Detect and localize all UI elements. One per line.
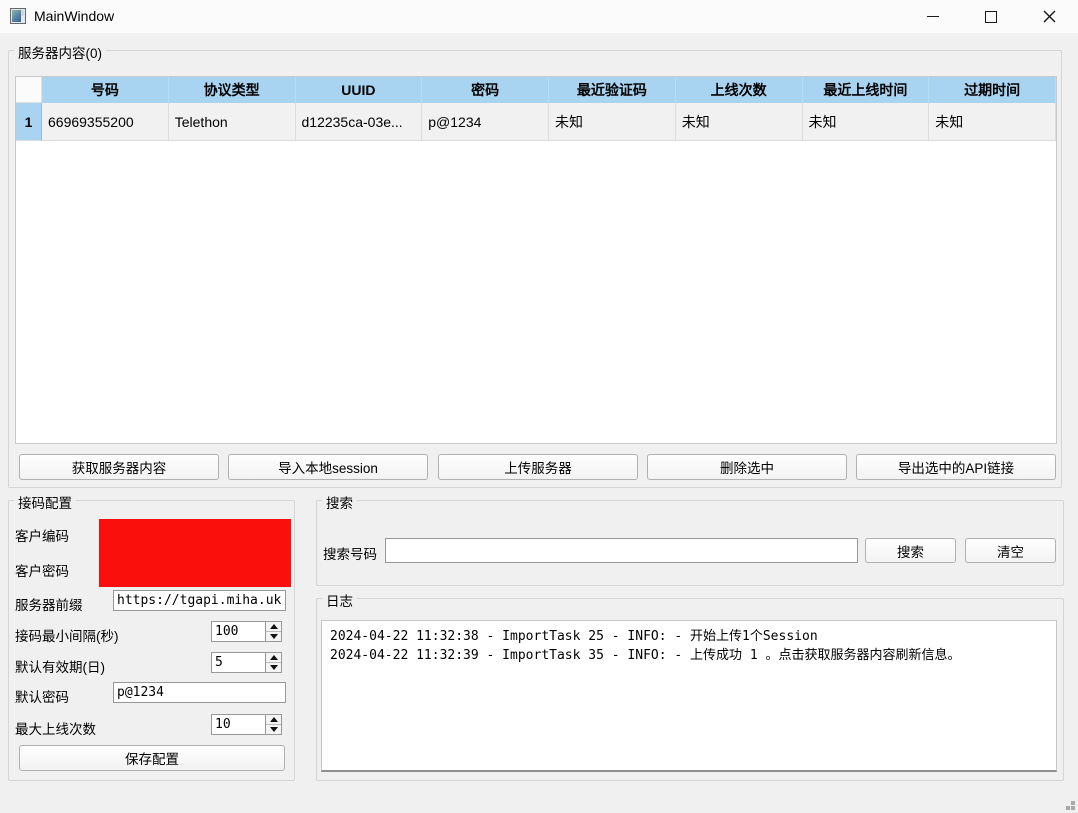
log-line: 2024-04-22 11:32:38 - ImportTask 25 - IN…	[330, 629, 818, 644]
app-icon-stripe	[21, 10, 24, 16]
search-input[interactable]	[385, 538, 858, 563]
search-group-title: 搜索	[322, 492, 357, 512]
clear-button[interactable]: 清空	[965, 538, 1056, 563]
title-bar: MainWindow	[0, 0, 1078, 33]
min-interval-input[interactable]	[212, 622, 265, 641]
minimize-icon	[927, 16, 939, 17]
spin-down-button[interactable]	[266, 725, 281, 734]
server-content-group-title: 服务器内容(0)	[14, 42, 106, 62]
min-interval-label: 接码最小间隔(秒)	[15, 629, 119, 644]
column-header-password[interactable]: 密码	[422, 77, 549, 103]
arrow-up-icon	[269, 655, 278, 660]
min-interval-spin-buttons	[265, 622, 281, 641]
log-output[interactable]: 2024-04-22 11:32:38 - ImportTask 25 - IN…	[321, 620, 1057, 772]
close-icon	[1043, 10, 1055, 23]
default-password-label: 默认密码	[15, 690, 69, 705]
search-group: 搜索 搜索号码 搜索 清空	[316, 492, 1064, 586]
column-header-uuid[interactable]: UUID	[295, 77, 423, 103]
maximize-icon	[985, 10, 997, 23]
max-online-spinbox	[211, 714, 282, 735]
column-header-last-online-time[interactable]: 最近上线时间	[802, 77, 930, 103]
table-cell-uuid[interactable]: d12235ca-03e...	[295, 103, 423, 141]
validity-days-input[interactable]	[212, 653, 265, 672]
redaction-overlay	[99, 519, 291, 587]
search-button[interactable]: 搜索	[865, 538, 956, 563]
column-header-last-code[interactable]: 最近验证码	[549, 77, 676, 103]
spin-up-button[interactable]	[266, 622, 281, 632]
close-button[interactable]	[1020, 0, 1078, 33]
table-cell-expire-time[interactable]: 未知	[929, 103, 1056, 141]
min-interval-spinbox	[211, 621, 282, 642]
log-group-title: 日志	[322, 590, 357, 610]
grip-dot	[1071, 806, 1075, 810]
table-cell-last-code[interactable]: 未知	[549, 103, 676, 141]
app-icon	[10, 8, 26, 24]
table-row: 1 66969355200 Telethon d12235ca-03e... p…	[16, 103, 1056, 141]
spin-up-button[interactable]	[266, 715, 281, 725]
table-cell-phone[interactable]: 66969355200	[42, 103, 169, 141]
table-cell-password[interactable]: p@1234	[422, 103, 549, 141]
row-header[interactable]: 1	[16, 103, 42, 141]
validity-days-spin-buttons	[265, 653, 281, 672]
log-group: 日志 2024-04-22 11:32:38 - ImportTask 25 -…	[316, 590, 1064, 781]
export-api-links-button[interactable]: 导出选中的API链接	[856, 454, 1056, 480]
save-config-button[interactable]: 保存配置	[19, 745, 285, 771]
log-line: 2024-04-22 11:32:39 - ImportTask 35 - IN…	[330, 648, 961, 663]
upload-server-button[interactable]: 上传服务器	[438, 454, 638, 480]
server-content-group: 服务器内容(0) 号码 协议类型 UUID 密码 最近验证码 上线次数 最近上线…	[8, 42, 1062, 488]
arrow-up-icon	[269, 624, 278, 629]
validity-days-spinbox	[211, 652, 282, 673]
column-header-protocol[interactable]: 协议类型	[168, 77, 296, 103]
table-cell-online-count[interactable]: 未知	[675, 103, 803, 141]
column-header-phone[interactable]: 号码	[42, 77, 169, 103]
grip-dot	[1071, 801, 1075, 805]
server-prefix-label: 服务器前缀	[15, 598, 83, 613]
max-online-label: 最大上线次数	[15, 722, 96, 737]
config-group: 接码配置 客户编码 客户密码 服务器前缀 接码最小间隔(秒) 默认有效期(日) …	[8, 492, 295, 781]
arrow-up-icon	[269, 717, 278, 722]
maximize-button[interactable]	[962, 0, 1020, 33]
server-table: 号码 协议类型 UUID 密码 最近验证码 上线次数 最近上线时间 过期时间 1…	[15, 76, 1057, 444]
arrow-down-icon	[269, 727, 278, 732]
table-cell-protocol[interactable]: Telethon	[168, 103, 296, 141]
client-password-label: 客户密码	[15, 564, 69, 579]
arrow-down-icon	[269, 665, 278, 670]
spin-up-button[interactable]	[266, 653, 281, 663]
validity-days-label: 默认有效期(日)	[15, 660, 105, 675]
table-corner-cell[interactable]	[16, 77, 42, 103]
app-icon-art	[12, 10, 21, 22]
column-header-expire-time[interactable]: 过期时间	[929, 77, 1056, 103]
arrow-down-icon	[269, 634, 278, 639]
window-title: MainWindow	[34, 8, 115, 24]
fetch-server-button[interactable]: 获取服务器内容	[19, 454, 219, 480]
spin-down-button[interactable]	[266, 663, 281, 672]
search-number-label: 搜索号码	[323, 547, 377, 562]
spin-down-button[interactable]	[266, 632, 281, 641]
client-code-label: 客户编码	[15, 529, 69, 544]
resize-grip[interactable]	[1066, 801, 1075, 810]
config-group-title: 接码配置	[14, 492, 76, 512]
max-online-spin-buttons	[265, 715, 281, 734]
delete-selected-button[interactable]: 删除选中	[647, 454, 847, 480]
server-table-header-row: 号码 协议类型 UUID 密码 最近验证码 上线次数 最近上线时间 过期时间	[16, 77, 1056, 103]
import-session-button[interactable]: 导入本地session	[228, 454, 428, 480]
max-online-input[interactable]	[212, 715, 265, 734]
table-cell-last-online-time[interactable]: 未知	[802, 103, 930, 141]
server-prefix-input[interactable]	[113, 590, 286, 611]
grip-dot	[1066, 806, 1070, 810]
column-header-online-count[interactable]: 上线次数	[675, 77, 803, 103]
default-password-input[interactable]	[113, 682, 286, 703]
minimize-button[interactable]	[904, 0, 962, 33]
